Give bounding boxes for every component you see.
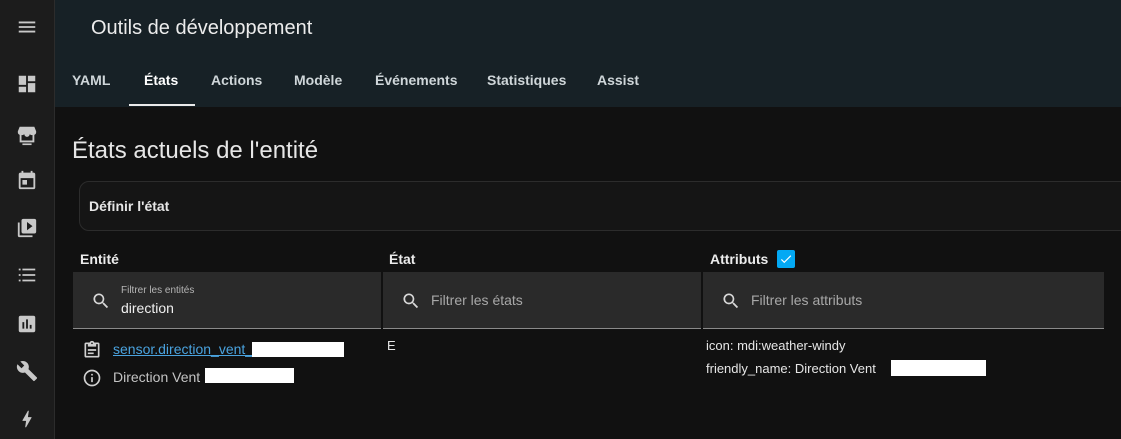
todo-list-icon[interactable] (15, 263, 39, 287)
attribute-friendly-name: friendly_name: Direction Vent (706, 361, 876, 376)
tab-statistics[interactable]: Statistiques (487, 72, 566, 88)
page-title: États actuels de l'entité (72, 137, 319, 164)
tab-yaml[interactable]: YAML (72, 72, 110, 88)
entity-filter-value[interactable]: direction (121, 300, 174, 316)
calendar-icon[interactable] (15, 168, 39, 192)
menu-icon[interactable] (15, 15, 39, 39)
search-icon (91, 291, 111, 311)
top-app-bar: Outils de développement YAML États Actio… (55, 0, 1121, 107)
set-state-expander[interactable]: Définir l'état (79, 181, 1121, 231)
state-filter-field[interactable]: Filtrer les états (383, 272, 701, 329)
state-filter-placeholder: Filtrer les états (431, 292, 523, 308)
info-icon[interactable] (82, 368, 102, 388)
search-icon (401, 291, 421, 311)
column-header-state: État (389, 251, 416, 267)
sidebar (0, 0, 55, 439)
tab-states[interactable]: États (144, 72, 178, 88)
dashboard-icon[interactable] (15, 72, 39, 96)
hacs-icon[interactable] (15, 121, 39, 149)
entity-filter-label: Filtrer les entités (121, 285, 195, 296)
search-icon (721, 291, 741, 311)
active-tab-indicator (129, 104, 195, 106)
column-header-attributes: Attributs (710, 251, 769, 267)
attributes-filter-placeholder: Filtrer les attributs (751, 292, 863, 308)
redaction-box (252, 342, 344, 357)
attributes-filter-field[interactable]: Filtrer les attributs (703, 272, 1104, 329)
attributes-checkbox[interactable] (777, 250, 795, 268)
media-icon[interactable] (15, 216, 39, 240)
wrench-icon[interactable] (15, 359, 39, 383)
tab-template[interactable]: Modèle (294, 72, 342, 88)
entity-id-link[interactable]: sensor.direction_vent_ (113, 341, 253, 357)
entity-filter-field[interactable]: Filtrer les entités direction (73, 272, 381, 329)
redaction-box (891, 360, 986, 376)
tab-actions[interactable]: Actions (211, 72, 262, 88)
tab-events[interactable]: Événements (375, 72, 457, 88)
copy-icon[interactable] (82, 340, 102, 360)
attribute-icon: icon: mdi:weather-windy (706, 338, 846, 353)
entity-friendly-name: Direction Vent (113, 369, 201, 385)
lightning-icon[interactable] (15, 407, 39, 431)
entity-state-value: E (387, 338, 396, 353)
tab-assist[interactable]: Assist (597, 72, 639, 88)
redaction-box (205, 368, 294, 383)
app-title: Outils de développement (91, 17, 313, 39)
column-header-entity: Entité (80, 251, 119, 267)
energy-chart-icon[interactable] (15, 312, 39, 336)
set-state-label: Définir l'état (89, 198, 170, 214)
